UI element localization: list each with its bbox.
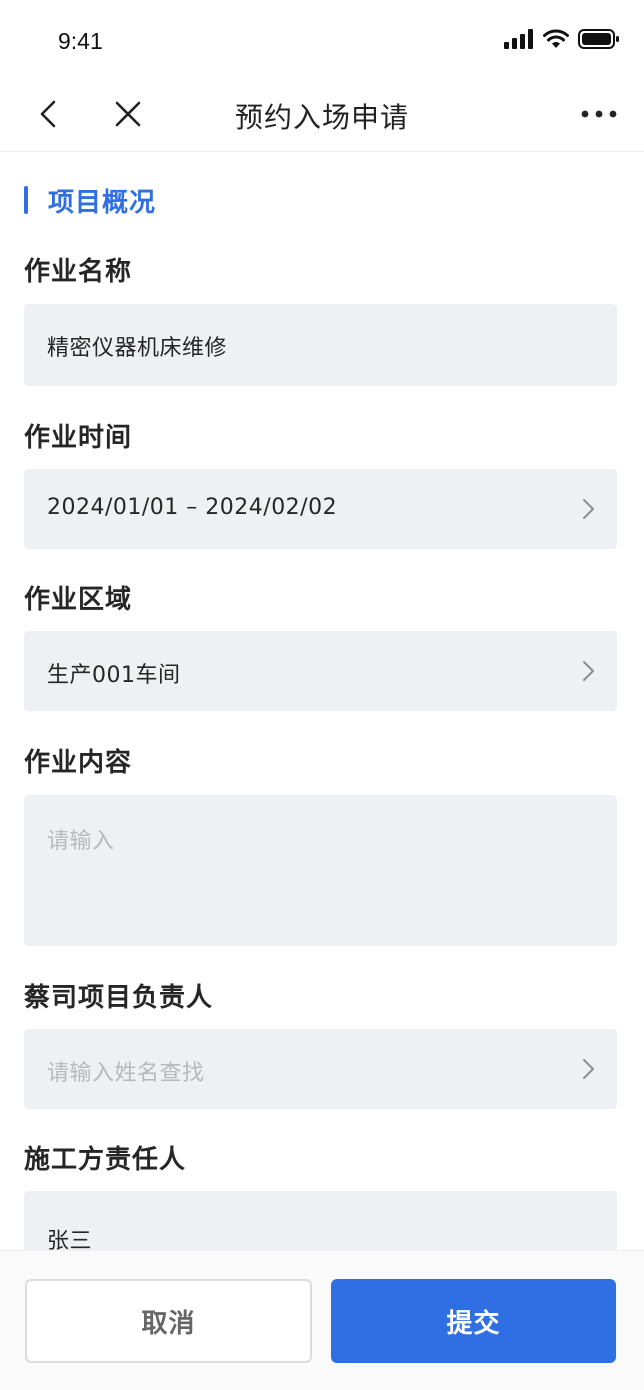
job-name-value: 精密仪器机床维修 — [47, 336, 228, 361]
job-name-field[interactable]: 精密仪器机床维修 — [24, 304, 617, 386]
contractor-lead-value: 张三 — [47, 1229, 93, 1250]
section-header: 项目概况 — [24, 183, 157, 218]
page-title: 预约入场申请 — [234, 101, 409, 134]
status-icons — [504, 28, 620, 50]
submit-button[interactable]: 提交 — [331, 1279, 616, 1363]
more-options-icon[interactable] — [580, 100, 618, 128]
job-content-textarea[interactable]: 请输入 — [24, 795, 617, 946]
status-bar: 9:41 — [0, 0, 644, 76]
bottom-action-bar: 取消 提交 — [0, 1250, 644, 1390]
chevron-right-icon — [583, 1059, 594, 1079]
status-time: 9:41 — [58, 28, 103, 54]
contractor-lead-field[interactable]: 张三 — [24, 1191, 617, 1250]
project-lead-placeholder: 请输入姓名查找 — [47, 1061, 205, 1086]
job-time-picker[interactable]: 2024/01/01 – 2024/02/02 — [24, 469, 617, 549]
cancel-button[interactable]: 取消 — [25, 1279, 312, 1363]
job-area-value: 生产001车间 — [47, 663, 181, 688]
job-area-picker[interactable]: 生产001车间 — [24, 631, 617, 711]
signal-icon — [504, 29, 533, 49]
job-name-label: 作业名称 — [24, 257, 133, 287]
project-lead-label: 蔡司项目负责人 — [24, 983, 214, 1013]
wifi-icon — [543, 29, 569, 48]
nav-bar: 预约入场申请 — [0, 76, 644, 152]
project-lead-search[interactable]: 请输入姓名查找 — [24, 1029, 617, 1109]
battery-icon — [578, 29, 619, 49]
chevron-right-icon — [583, 661, 594, 681]
section-accent-bar — [24, 186, 28, 214]
chevron-right-icon — [583, 499, 594, 519]
contractor-lead-label: 施工方责任人 — [24, 1145, 187, 1175]
job-time-label: 作业时间 — [24, 423, 133, 453]
job-time-value: 2024/01/01 – 2024/02/02 — [47, 495, 338, 520]
job-area-label: 作业区域 — [24, 585, 133, 615]
section-title: 项目概况 — [48, 187, 157, 218]
form-content: 项目概况 作业名称 精密仪器机床维修 作业时间 2024/01/01 – 202… — [0, 153, 644, 1250]
job-content-label: 作业内容 — [24, 748, 133, 778]
job-content-placeholder: 请输入 — [47, 829, 115, 854]
